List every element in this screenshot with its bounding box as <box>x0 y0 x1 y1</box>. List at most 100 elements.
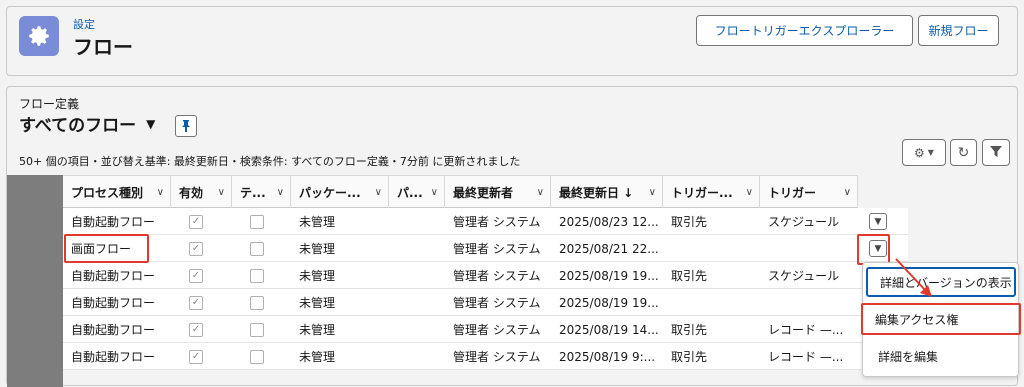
checkbox-icon <box>250 295 264 310</box>
active-cell: ✓ <box>171 316 232 343</box>
checkbox-icon <box>250 268 264 283</box>
package-cell: 未管理 <box>299 215 336 229</box>
settings-gear-icon <box>19 16 59 56</box>
active-cell: ✓ <box>171 208 232 235</box>
package-cell: 未管理 <box>299 350 336 364</box>
flow-trigger-explorer-button[interactable]: フロートリガーエクスプローラー <box>696 15 913 46</box>
package-cell: 未管理 <box>299 242 336 256</box>
trigger-cell <box>760 289 858 316</box>
highlight-screen-flow <box>64 234 149 263</box>
filter-button[interactable] <box>982 139 1010 166</box>
modified-by-cell: 管理者 システム <box>453 215 541 229</box>
modified-by-cell: 管理者 システム <box>453 350 541 364</box>
menu-item-edit-details[interactable]: 詳細を編集 <box>866 341 1016 371</box>
column-header[interactable]: 最終更新者 ∨ <box>445 176 551 208</box>
caret-down-icon: ▼ <box>146 116 156 131</box>
row-number-gutter <box>7 175 63 387</box>
active-cell: ✓ <box>171 235 232 262</box>
package-cell: 未管理 <box>299 296 336 310</box>
modified-date-cell: 2025/08/19 9:... <box>559 349 656 364</box>
checkbox-icon <box>250 349 264 364</box>
table-row: 自動起動フロー ✓ 未管理 管理者 システム 2025/08/19 14... … <box>63 316 908 343</box>
process-type-cell: 自動起動フロー <box>71 269 156 283</box>
highlight-row-actions <box>857 234 890 265</box>
table-row: 自動起動フロー ✓ 未管理 管理者 システム 2025/08/19 19... <box>63 289 908 316</box>
filter-icon <box>990 143 1002 162</box>
pin-icon <box>181 117 191 136</box>
test-cell <box>232 235 291 262</box>
modified-by-cell: 管理者 システム <box>453 242 541 256</box>
checkbox-icon: ✓ <box>189 349 203 364</box>
column-header[interactable]: トリガー ∨ <box>760 176 858 208</box>
active-cell: ✓ <box>171 343 232 370</box>
chevron-down-icon: ∨ <box>536 186 544 198</box>
trigger-object-cell: 取引先 <box>671 350 708 364</box>
chevron-down-icon: ∨ <box>430 186 438 198</box>
table-header: プロセス種別 ∨ 有効 ∨ テ... ∨ パッケー... ∨ パ... ∨ 最終更新者 ∨ … <box>63 175 858 208</box>
column-header[interactable]: トリガー... ∨ <box>663 176 760 208</box>
package-cell: 未管理 <box>299 269 336 283</box>
test-cell <box>232 262 291 289</box>
chevron-down-icon: ∨ <box>217 186 225 198</box>
trigger-object-cell: 取引先 <box>671 269 708 283</box>
refresh-button[interactable]: ↻ <box>950 139 977 166</box>
list-settings-button[interactable]: ⚙ ▼ <box>902 139 946 166</box>
chevron-down-icon: ∨ <box>374 186 382 198</box>
gear-icon: ⚙ <box>914 145 925 160</box>
checkbox-icon <box>250 214 264 229</box>
pin-button[interactable] <box>175 115 197 137</box>
table-row: 自動起動フロー ✓ 未管理 管理者 システム 2025/08/19 9:... … <box>63 343 908 370</box>
active-cell: ✓ <box>171 289 232 316</box>
trigger-cell: スケジュール <box>768 269 840 283</box>
trigger-object-cell <box>663 289 760 316</box>
annotation-arrow <box>895 258 932 297</box>
modified-date-cell: 2025/08/21 22... <box>559 241 659 256</box>
test-cell <box>232 289 291 316</box>
list-view-picker[interactable]: すべてのフロー ▼ <box>19 111 155 136</box>
modified-date-cell: 2025/08/19 19... <box>559 295 659 310</box>
test-cell <box>232 343 291 370</box>
chevron-down-icon: ▼ <box>927 148 934 157</box>
chevron-down-icon: ∨ <box>745 186 753 198</box>
column-header[interactable]: 有効 ∨ <box>171 176 232 208</box>
active-cell: ✓ <box>171 262 232 289</box>
chevron-down-icon: ∨ <box>648 186 656 198</box>
checkbox-icon: ✓ <box>189 322 203 337</box>
modified-date-cell: 2025/08/23 12... <box>559 214 659 229</box>
new-flow-button[interactable]: 新規フロー <box>918 15 999 46</box>
checkbox-icon: ✓ <box>189 268 203 283</box>
modified-date-cell: 2025/08/19 14... <box>559 322 659 337</box>
list-view-name: すべてのフロー <box>19 116 137 136</box>
row-actions-button[interactable]: ▼ <box>869 213 887 230</box>
breadcrumb[interactable]: 設定 <box>73 16 95 32</box>
table-row: 自動起動フロー ✓ 未管理 管理者 システム 2025/08/23 12... … <box>63 208 908 235</box>
column-header[interactable]: パッケー... ∨ <box>291 176 389 208</box>
test-cell <box>232 208 291 235</box>
trigger-object-cell: 取引先 <box>671 323 708 337</box>
column-header[interactable]: 最終更新日 ↓ ∨ <box>551 176 663 208</box>
object-label: フロー定義 <box>19 97 80 111</box>
column-header[interactable]: パ... ∨ <box>389 176 445 208</box>
trigger-cell: レコード —... <box>768 323 844 337</box>
modified-by-cell: 管理者 システム <box>453 323 541 337</box>
page-title: フロー <box>73 35 133 59</box>
chevron-down-icon: ∨ <box>156 186 164 198</box>
process-type-cell: 自動起動フロー <box>71 215 156 229</box>
checkbox-icon: ✓ <box>189 241 203 256</box>
menu-item-edit-access[interactable]: 編集アクセス権 <box>861 303 1021 335</box>
table-row: 自動起動フロー ✓ 未管理 管理者 システム 2025/08/19 19... … <box>63 262 908 289</box>
package-cell: 未管理 <box>299 323 336 337</box>
modified-date-cell: 2025/08/19 19... <box>559 268 659 283</box>
trigger-cell: スケジュール <box>768 215 840 229</box>
process-type-cell: 自動起動フロー <box>71 323 156 337</box>
column-header[interactable]: プロセス種別 ∨ <box>63 176 171 208</box>
refresh-icon: ↻ <box>957 144 970 161</box>
modified-by-cell: 管理者 システム <box>453 269 541 283</box>
process-type-cell: 自動起動フロー <box>71 350 156 364</box>
modified-by-cell: 管理者 システム <box>453 296 541 310</box>
column-header[interactable]: テ... ∨ <box>232 176 291 208</box>
checkbox-icon <box>250 322 264 337</box>
checkbox-icon: ✓ <box>189 214 203 229</box>
test-cell <box>232 316 291 343</box>
process-type-cell: 自動起動フロー <box>71 296 156 310</box>
